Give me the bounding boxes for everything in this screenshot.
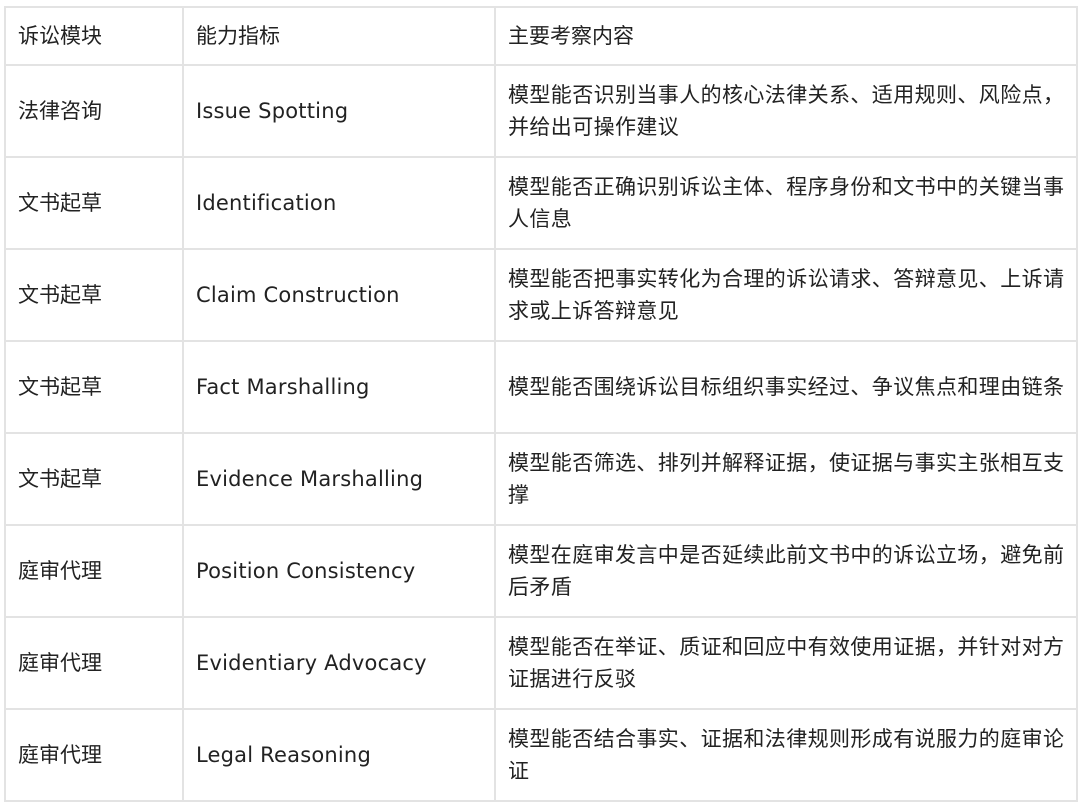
cell-content: 模型能否正确识别诉讼主体、程序身份和文书中的关键当事人信息 bbox=[494, 156, 1078, 250]
evaluation-table: 诉讼模块 能力指标 主要考察内容 法律咨询 Issue Spotting 模型能… bbox=[4, 6, 1078, 802]
cell-module: 庭审代理 bbox=[4, 708, 184, 802]
header-module: 诉讼模块 bbox=[4, 6, 184, 66]
cell-content: 模型能否结合事实、证据和法律规则形成有说服力的庭审论证 bbox=[494, 708, 1078, 802]
table-row: 文书起草 Claim Construction 模型能否把事实转化为合理的诉讼请… bbox=[4, 248, 1078, 342]
cell-metric: Evidence Marshalling bbox=[182, 432, 496, 526]
table-row: 庭审代理 Legal Reasoning 模型能否结合事实、证据和法律规则形成有… bbox=[4, 708, 1078, 802]
cell-metric: Issue Spotting bbox=[182, 64, 496, 158]
cell-module: 文书起草 bbox=[4, 156, 184, 250]
table-header-row: 诉讼模块 能力指标 主要考察内容 bbox=[4, 6, 1078, 66]
header-metric: 能力指标 bbox=[182, 6, 496, 66]
cell-content: 模型能否筛选、排列并解释证据，使证据与事实主张相互支撑 bbox=[494, 432, 1078, 526]
cell-metric: Identification bbox=[182, 156, 496, 250]
cell-module: 庭审代理 bbox=[4, 524, 184, 618]
cell-module: 庭审代理 bbox=[4, 616, 184, 710]
cell-module: 法律咨询 bbox=[4, 64, 184, 158]
cell-metric: Evidentiary Advocacy bbox=[182, 616, 496, 710]
table-row: 庭审代理 Position Consistency 模型在庭审发言中是否延续此前… bbox=[4, 524, 1078, 618]
table-row: 庭审代理 Evidentiary Advocacy 模型能否在举证、质证和回应中… bbox=[4, 616, 1078, 710]
cell-module: 文书起草 bbox=[4, 432, 184, 526]
cell-metric: Position Consistency bbox=[182, 524, 496, 618]
cell-metric: Legal Reasoning bbox=[182, 708, 496, 802]
table-row: 文书起草 Identification 模型能否正确识别诉讼主体、程序身份和文书… bbox=[4, 156, 1078, 250]
cell-module: 文书起草 bbox=[4, 340, 184, 434]
cell-module: 文书起草 bbox=[4, 248, 184, 342]
cell-content: 模型能否识别当事人的核心法律关系、适用规则、风险点，并给出可操作建议 bbox=[494, 64, 1078, 158]
header-content: 主要考察内容 bbox=[494, 6, 1078, 66]
cell-content: 模型能否在举证、质证和回应中有效使用证据，并针对对方证据进行反驳 bbox=[494, 616, 1078, 710]
cell-content: 模型在庭审发言中是否延续此前文书中的诉讼立场，避免前后矛盾 bbox=[494, 524, 1078, 618]
evaluation-table-container: 诉讼模块 能力指标 主要考察内容 法律咨询 Issue Spotting 模型能… bbox=[4, 6, 1078, 802]
table-row: 文书起草 Fact Marshalling 模型能否围绕诉讼目标组织事实经过、争… bbox=[4, 340, 1078, 434]
table-row: 文书起草 Evidence Marshalling 模型能否筛选、排列并解释证据… bbox=[4, 432, 1078, 526]
cell-content: 模型能否把事实转化为合理的诉讼请求、答辩意见、上诉请求或上诉答辩意见 bbox=[494, 248, 1078, 342]
table-row: 法律咨询 Issue Spotting 模型能否识别当事人的核心法律关系、适用规… bbox=[4, 64, 1078, 158]
cell-content: 模型能否围绕诉讼目标组织事实经过、争议焦点和理由链条 bbox=[494, 340, 1078, 434]
cell-metric: Claim Construction bbox=[182, 248, 496, 342]
cell-metric: Fact Marshalling bbox=[182, 340, 496, 434]
